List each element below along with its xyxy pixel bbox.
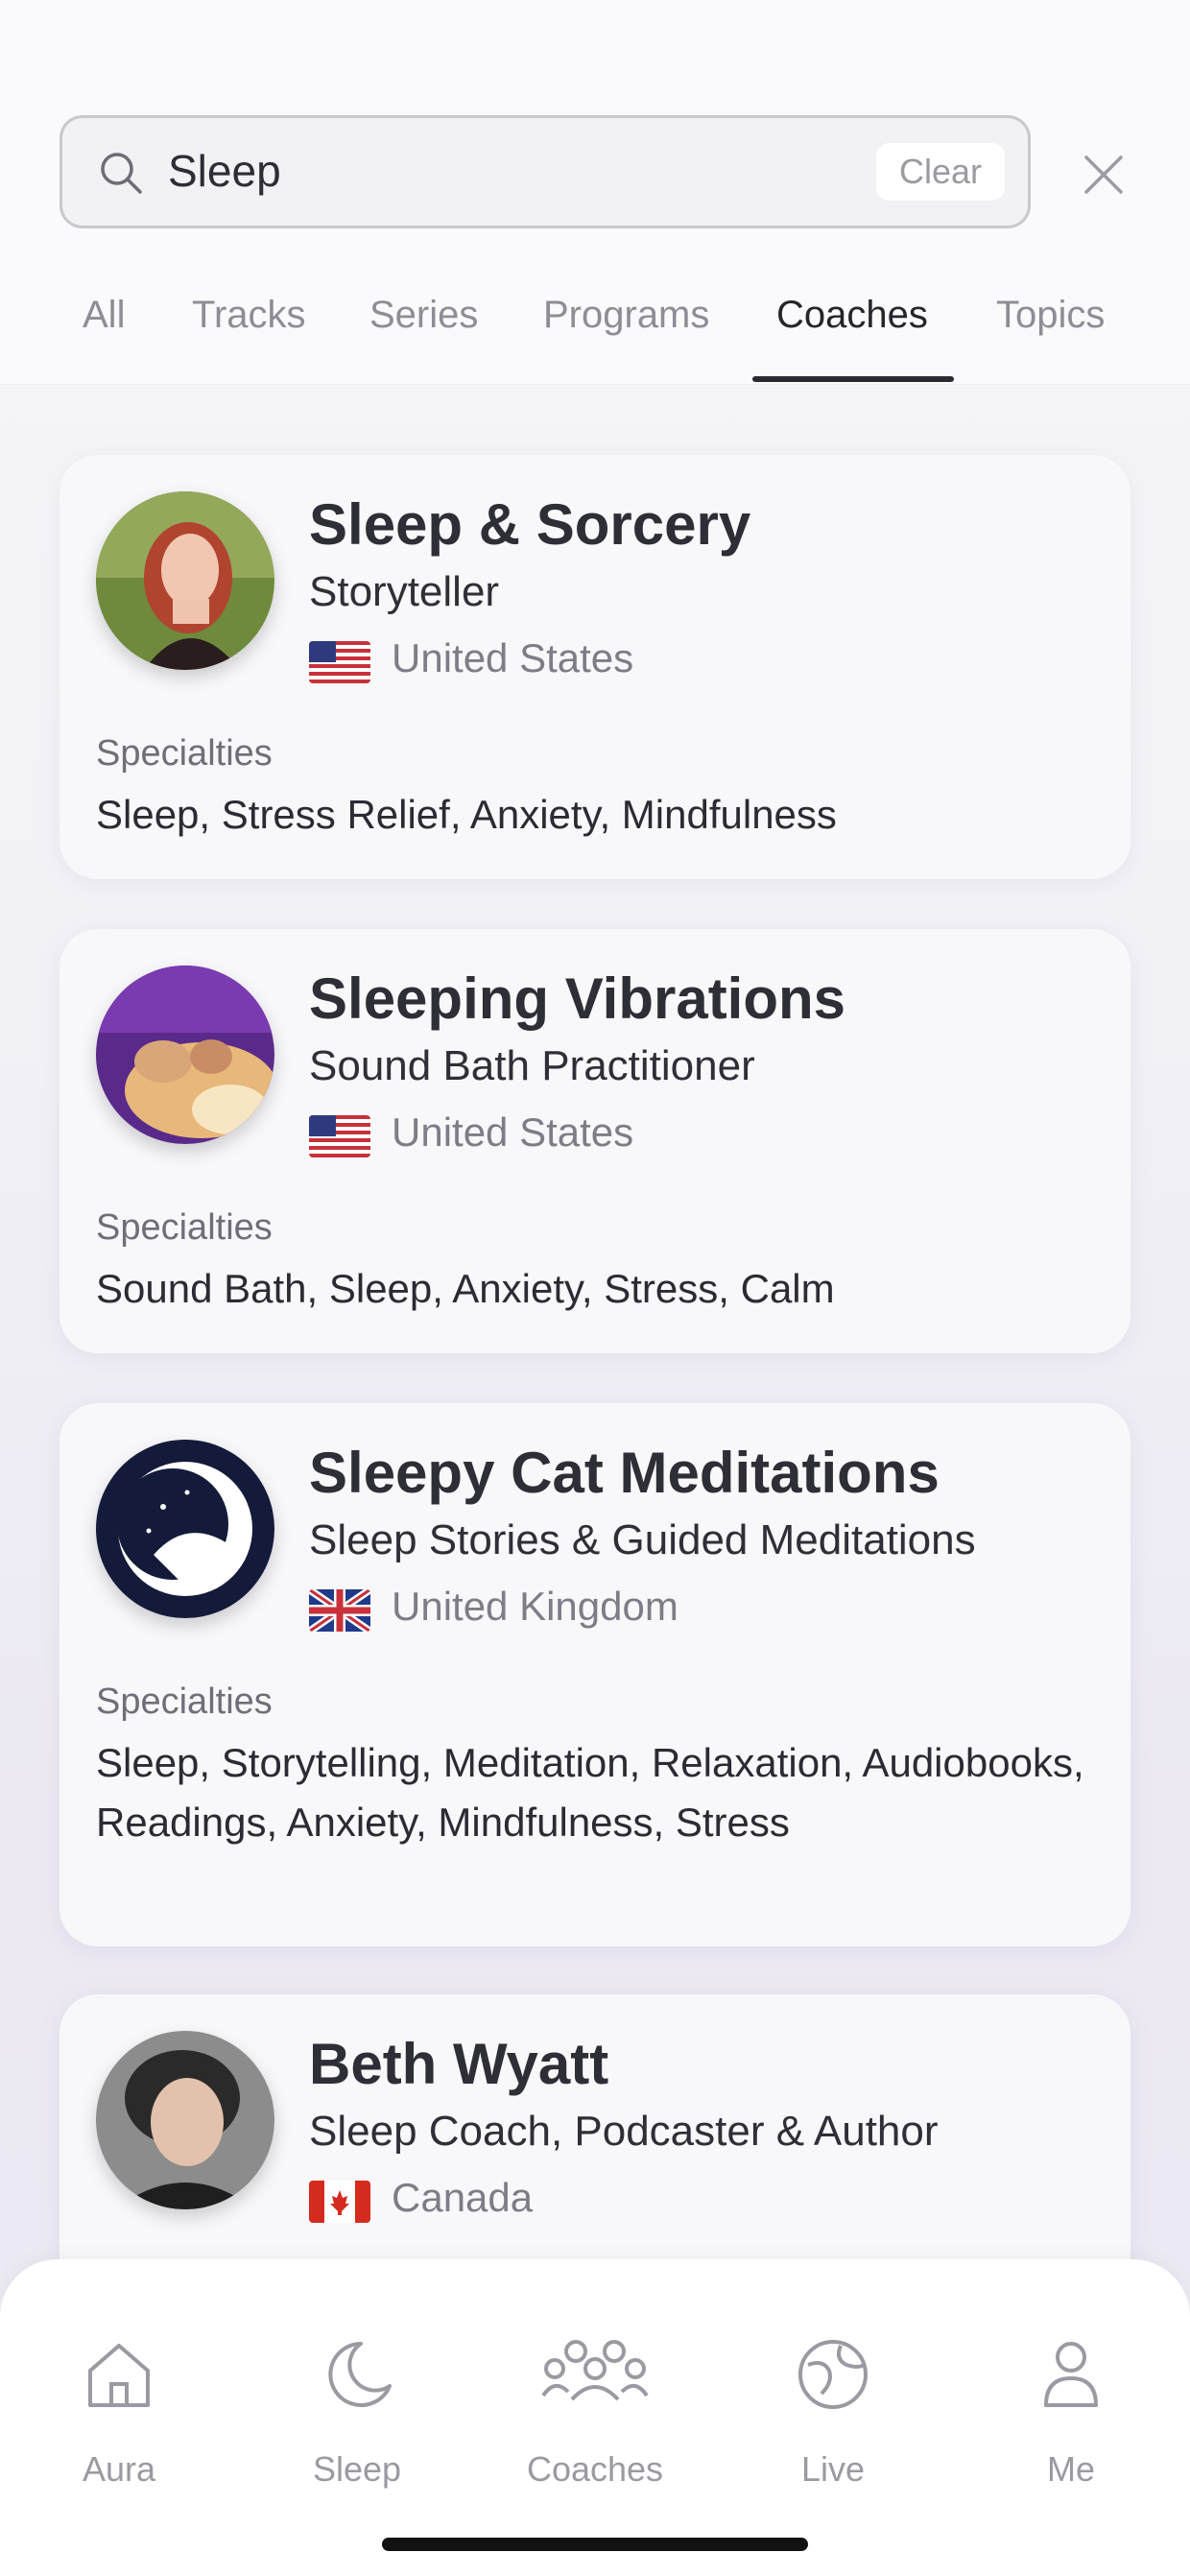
tab-all[interactable]: All [83,294,125,337]
header-divider [0,384,1190,385]
nav-coaches[interactable]: Coaches [476,2259,714,2499]
coach-country: United Kingdom [392,1584,678,1629]
coach-name: Sleep & Sorcery [309,492,751,557]
canada-flag-icon [309,2181,370,2223]
coach-avatar [96,966,274,1144]
nav-me[interactable]: Me [952,2259,1190,2499]
close-icon[interactable] [1081,152,1127,198]
clear-button[interactable]: Clear [875,143,1005,201]
tab-topics[interactable]: Topics [996,294,1105,337]
specialties-text: Sleep, Stress Relief, Anxiety, Mindfulne… [96,792,837,837]
person-icon [1044,2342,1098,2407]
coach-name: Sleeping Vibrations [309,966,846,1031]
coach-name: Sleepy Cat Meditations [309,1441,940,1505]
moon-icon [328,2342,392,2407]
tab-tracks[interactable]: Tracks [192,294,306,337]
nav-label: Live [800,2449,866,2489]
category-tabs: All Tracks Series Programs Coaches Topic… [0,278,1190,384]
specialties-text: Sleep, Storytelling, Meditation, Relaxat… [96,1740,1084,1845]
coach-avatar [96,491,274,670]
specialties-label: Specialties [96,1207,273,1248]
coach-name: Beth Wyatt [309,2032,609,2096]
bottom-nav: Aura Sleep Coaches Live Me [0,2259,1190,2576]
tab-series[interactable]: Series [369,294,478,337]
top-bar: Sleep Clear All Tracks Series Programs C… [0,0,1190,384]
nav-sleep[interactable]: Sleep [238,2259,476,2499]
coach-country: Canada [392,2175,534,2220]
coach-role: Sound Bath Practitioner [309,1042,755,1089]
coach-country: United States [392,1109,634,1155]
coach-role: Storyteller [309,568,500,615]
nav-label: Coaches [526,2449,664,2489]
search-icon [101,153,142,194]
coach-avatar [96,1440,274,1618]
nav-label: Aura [82,2449,156,2489]
coach-card[interactable]: Sleep & Sorcery Storyteller United State… [60,455,1130,879]
specialties-label: Specialties [96,1682,273,1722]
coach-card[interactable]: Sleeping Vibrations Sound Bath Practitio… [60,929,1130,1353]
specialties-text: Sound Bath, Sleep, Anxiety, Stress, Calm [96,1266,835,1311]
coach-card[interactable]: Sleepy Cat Meditations Sleep Stories & G… [60,1403,1130,1946]
nav-label: Sleep [312,2449,402,2489]
tab-coaches[interactable]: Coaches [776,294,928,337]
coach-avatar [96,2031,274,2209]
group-icon [541,2340,649,2401]
home-icon [88,2344,150,2407]
globe-icon [798,2340,868,2409]
active-tab-indicator [752,376,954,382]
home-indicator [382,2538,808,2551]
nav-label: Me [1046,2449,1095,2489]
search-query[interactable]: Sleep [168,145,281,197]
search-input[interactable]: Sleep Clear [60,115,1031,228]
us-flag-icon [309,1115,370,1157]
tab-programs[interactable]: Programs [543,294,709,337]
coach-role: Sleep Stories & Guided Meditations [309,1516,976,1563]
nav-aura[interactable]: Aura [0,2259,238,2499]
nav-live[interactable]: Live [714,2259,952,2499]
us-flag-icon [309,641,370,683]
specialties-label: Specialties [96,733,273,774]
coach-country: United States [392,635,634,680]
coach-role: Sleep Coach, Podcaster & Author [309,2108,939,2155]
uk-flag-icon [309,1589,370,1632]
